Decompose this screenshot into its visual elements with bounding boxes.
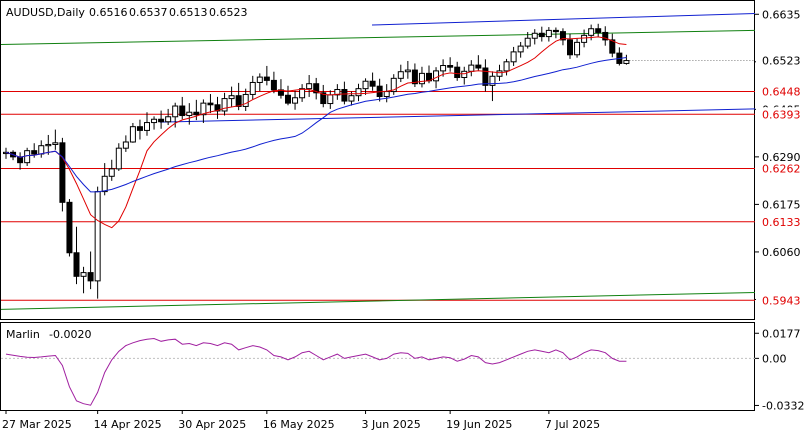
candle-body [73,252,80,277]
candle-body [52,142,59,145]
candle-body [228,95,235,100]
candle-body [24,150,31,164]
candle-body [418,72,425,85]
indicator-name: Marlin [6,328,40,341]
header-close: 0.6523 [209,6,248,19]
indicator-y-tick-label: 0.00 [762,352,787,365]
price-chart[interactable]: 0.66350.65200.64050.62900.61750.60600.59… [0,0,812,435]
header-open: 0.6516 [89,6,128,19]
candle-body [158,118,165,123]
candle-body [172,105,179,118]
x-tick-label: 14 Apr 2025 [94,418,162,431]
x-tick-label: 27 Mar 2025 [2,418,72,431]
x-tick-label: 7 Jul 2025 [545,418,600,431]
candle-body [263,76,270,81]
price-level-label: 0.6133 [762,216,801,229]
candle-body [503,61,510,72]
candle-body [327,94,334,105]
price-level-label: 0.5943 [762,294,801,307]
candle-body [355,88,362,97]
candle-body [59,142,66,203]
candle-body [144,122,150,131]
candle-body [285,94,291,104]
candle-body [369,80,376,87]
current-price-label: 0.6523 [762,55,801,68]
header-low: 0.6513 [169,6,208,19]
candle-body [433,70,440,82]
candle-body [538,32,545,38]
x-tick-label: 16 May 2025 [263,418,335,431]
candle-body [66,201,73,254]
chart-title-symbol: AUDUSD,Daily [6,6,85,19]
candle-body [461,70,468,79]
candle-body [179,105,186,117]
chart-window: 0.66350.65200.64050.62900.61750.60600.59… [0,0,812,435]
candle-body [475,64,482,69]
indicator-y-tick-label: -0.0332 [762,399,804,412]
price-level-label: 0.6448 [762,86,801,99]
y-tick-label: 0.6175 [762,198,801,211]
candle-body [567,39,573,56]
candle-body [552,29,559,33]
x-tick-label: 30 Apr 2025 [178,418,246,431]
candle-body [115,147,122,170]
candle-body [129,126,136,143]
candle-body [38,145,45,155]
candle-body [348,95,355,102]
candle-body [306,83,313,90]
x-tick-label: 3 Jun 2025 [362,418,421,431]
candle-body [80,272,87,277]
candle-body [574,41,581,56]
candle-body [31,150,38,155]
candle-body [186,111,193,117]
candle-body [404,69,411,73]
candle-body [341,88,348,102]
candle-body [531,32,538,39]
candle-body [588,28,595,36]
x-tick-label: 19 Jun 2025 [446,418,512,431]
candle-body [623,60,630,64]
candle-body [151,118,158,124]
indicator-y-tick-label: 0.0177 [762,327,801,340]
candle-body [122,141,129,149]
candle-body [595,28,602,33]
candle-body [517,45,524,53]
candle-body [165,116,172,123]
candle-body [454,66,461,79]
y-tick-label: 0.6635 [762,8,801,21]
candle-body [482,67,489,86]
candle-body [270,79,277,91]
candle-body [45,143,52,147]
candle-body [468,64,475,72]
candle-body [524,37,531,47]
price-level-label: 0.6262 [762,162,801,175]
candle-body [440,65,447,72]
candle-body [94,191,101,282]
candle-body [397,71,404,79]
candle-body [101,175,108,193]
candle-body [510,51,517,63]
candle-body [136,126,143,131]
candle-body [108,168,115,177]
candle-body [581,34,588,43]
candle-body [193,111,200,116]
main-pane-frame [0,0,755,320]
candle-body [207,102,214,106]
candle-body [299,88,306,99]
candle-body [256,76,263,83]
header-high: 0.6537 [129,6,168,19]
candle-body [362,80,369,90]
y-tick-label: 0.6060 [762,246,801,259]
candle-body [292,97,299,104]
candle-body [383,91,390,98]
indicator-value: -0.0020 [49,328,91,341]
candle-body [545,29,552,38]
price-level-label: 0.6393 [762,108,801,121]
candle-body [496,70,503,77]
candle-body [447,65,454,68]
indicator-pane-frame [0,322,755,411]
candle-body [249,81,256,95]
candle-body [87,272,94,282]
